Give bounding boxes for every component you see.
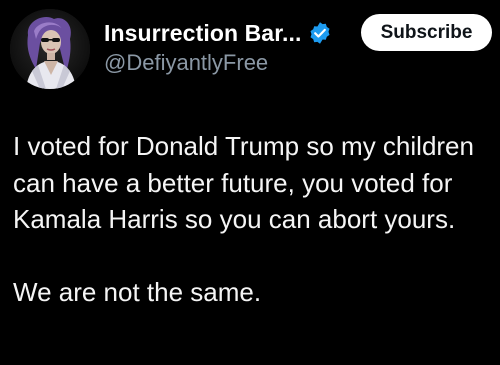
subscribe-button[interactable]: Subscribe <box>361 14 492 51</box>
post-paragraph: We are not the same. <box>13 276 262 307</box>
verified-badge-icon <box>310 22 330 44</box>
post-paragraph: I voted for Donald Trump so my children … <box>13 131 474 234</box>
author-display-name[interactable]: Insurrection Bar... <box>104 20 301 47</box>
author-name-row[interactable]: Insurrection Bar... <box>104 18 332 48</box>
post-body: I voted for Donald Trump so my children … <box>13 128 491 310</box>
author-handle[interactable]: @DefiyantlyFree <box>104 50 268 76</box>
avatar[interactable] <box>10 9 90 89</box>
avatar-image <box>10 9 90 89</box>
